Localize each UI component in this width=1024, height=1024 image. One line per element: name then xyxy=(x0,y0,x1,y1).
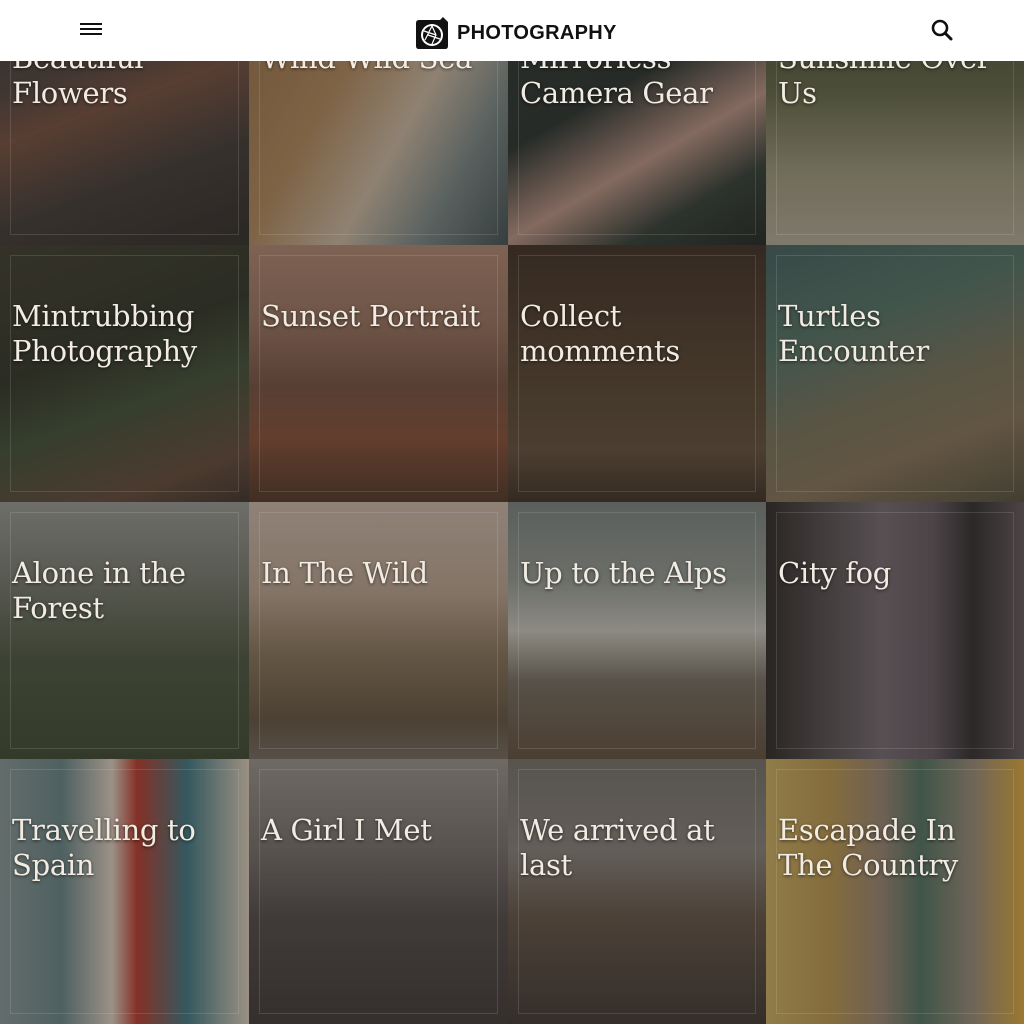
tile-frame xyxy=(10,769,239,1014)
tile-title: We arrived at last xyxy=(520,813,715,882)
tile-turtles-encounter[interactable]: Turtles Encounter xyxy=(766,245,1024,502)
tile-title: Mintrubbing Photography xyxy=(12,299,197,368)
tile-title: Collect momments xyxy=(520,299,680,368)
photo-grid: Beautiful Flowers Wind Wild Sea Mirrorle… xyxy=(0,0,1024,1024)
tile-title: Up to the Alps xyxy=(520,556,727,590)
tile-title: Turtles Encounter xyxy=(778,299,929,368)
tile-sunset-portrait[interactable]: Sunset Portrait xyxy=(249,245,508,502)
tile-title: City fog xyxy=(778,556,892,590)
tile-frame xyxy=(518,512,756,749)
tile-title: Alone in the Forest xyxy=(12,556,186,625)
tile-up-to-the-alps[interactable]: Up to the Alps xyxy=(508,502,766,759)
tile-frame xyxy=(10,255,239,492)
hamburger-menu-icon[interactable] xyxy=(78,20,104,42)
tile-title: A Girl I Met xyxy=(261,813,432,847)
tile-frame xyxy=(776,255,1014,492)
tile-mintrubbing-photography[interactable]: Mintrubbing Photography xyxy=(0,245,249,502)
tile-title: Travelling to Spain xyxy=(12,813,196,882)
tile-title: Escapade In The Country xyxy=(778,813,959,882)
tile-a-girl-i-met[interactable]: A Girl I Met xyxy=(249,759,508,1024)
tile-frame xyxy=(259,512,498,749)
tile-escapade-in-the-country[interactable]: Escapade In The Country xyxy=(766,759,1024,1024)
camera-aperture-logo-icon xyxy=(416,17,448,49)
site-header: PHOTOGRAPHY xyxy=(0,0,1024,61)
tile-frame xyxy=(776,769,1014,1014)
tile-collect-momments[interactable]: Collect momments xyxy=(508,245,766,502)
tile-we-arrived-at-last[interactable]: We arrived at last xyxy=(508,759,766,1024)
tile-frame xyxy=(518,769,756,1014)
search-icon[interactable] xyxy=(930,18,954,42)
tile-alone-in-the-forest[interactable]: Alone in the Forest xyxy=(0,502,249,759)
logo-text: PHOTOGRAPHY xyxy=(457,21,617,44)
tile-frame xyxy=(259,255,498,492)
tile-frame xyxy=(776,512,1014,749)
tile-title: Sunset Portrait xyxy=(261,299,481,333)
tile-title: In The Wild xyxy=(261,556,428,590)
tile-travelling-to-spain[interactable]: Travelling to Spain xyxy=(0,759,249,1024)
tile-frame xyxy=(518,255,756,492)
site-logo[interactable]: PHOTOGRAPHY xyxy=(413,16,617,50)
tile-in-the-wild[interactable]: In The Wild xyxy=(249,502,508,759)
tile-city-fog[interactable]: City fog xyxy=(766,502,1024,759)
tile-frame xyxy=(10,512,239,749)
tile-frame xyxy=(259,769,498,1014)
